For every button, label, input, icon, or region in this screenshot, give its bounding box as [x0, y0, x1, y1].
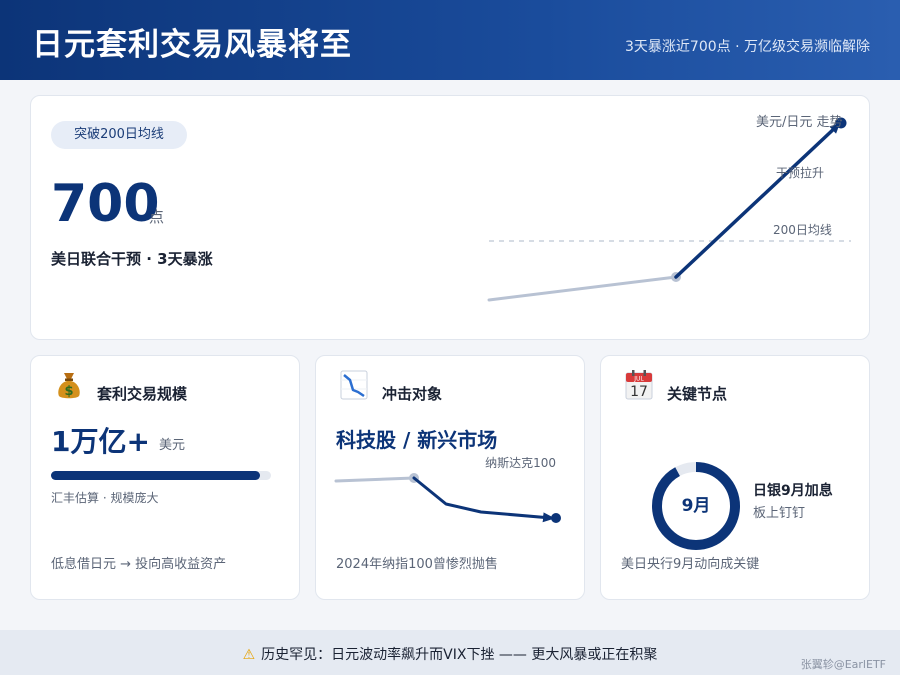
footer-warning-text: 历史罕见：日元波动率飙升而VIX下挫 —— 更大风暴或正在积聚	[261, 647, 658, 663]
author-credit: 张翼轸@EarlETF	[800, 658, 886, 671]
nasdaq-endpoint	[551, 513, 561, 523]
page-title: 日元套利交易风暴将至	[32, 27, 352, 63]
carry-trade-scale-card: $ 套利交易规模 1万亿+ 美元 汇丰估算 · 规模庞大 低息借日元 → 投向高…	[30, 355, 300, 600]
scale-progress-bar	[51, 471, 271, 480]
chart-title: 美元/日元 走势	[756, 114, 843, 130]
header-banner: 日元套利交易风暴将至 3天暴涨近700点 · 万亿级交易濒临解除	[0, 0, 900, 80]
warning-icon: ⚠	[242, 647, 256, 663]
footer-warning: ⚠ 历史罕见：日元波动率飙升而VIX下挫 —— 更大风暴或正在积聚	[0, 644, 900, 664]
nasdaq-drop-line	[412, 476, 555, 523]
impact-target-card: 冲击对象 科技股 / 新兴市场 纳斯达克100 2024年纳指100曾惨烈抛售	[315, 355, 585, 600]
impact-footer: 2024年纳指100曾惨烈抛售	[336, 557, 498, 572]
scale-value: 1万亿+	[51, 425, 150, 458]
nasdaq-pre-line	[334, 476, 416, 483]
footer-bar: ⚠ 历史罕见：日元波动率飙升而VIX下挫 —— 更大风暴或正在积聚 张翼轸@Ear…	[0, 630, 900, 675]
pre-intervention-line	[487, 275, 678, 302]
page-subtitle: 3天暴涨近700点 · 万亿级交易濒临解除	[625, 39, 870, 55]
intervention-label: 干预拉升	[776, 165, 824, 180]
scale-note: 汇丰估算 · 规模庞大	[51, 491, 159, 505]
boj-event: 日银9月加息	[753, 483, 833, 499]
money-bag-icon: $	[58, 373, 80, 399]
surge-arrow	[674, 123, 840, 279]
scale-footer: 低息借日元 → 投向高收益资产	[51, 557, 227, 572]
scale-progress-fill	[51, 471, 260, 480]
card-title-scale: 套利交易规模	[97, 385, 188, 403]
hero-card: 突破200日均线 700 点 美日联合干预 · 3天暴涨 200日均线 干预拉升…	[30, 95, 870, 340]
svg-text:$: $	[64, 384, 73, 399]
milestone-footer: 美日央行9月动向成关键	[621, 557, 760, 572]
key-milestone-card: JUL 17 关键节点 9月 日银9月加息 板上钉钉 美日央行9月动向成关键	[600, 355, 870, 600]
ma200-label: 200日均线	[773, 223, 832, 237]
scale-unit: 美元	[159, 438, 186, 453]
ring-label: 9月	[681, 496, 711, 516]
boj-event-status: 板上钉钉	[753, 506, 806, 521]
usdjpy-trend-chart: 200日均线 干预拉升 美元/日元 走势	[487, 114, 851, 302]
